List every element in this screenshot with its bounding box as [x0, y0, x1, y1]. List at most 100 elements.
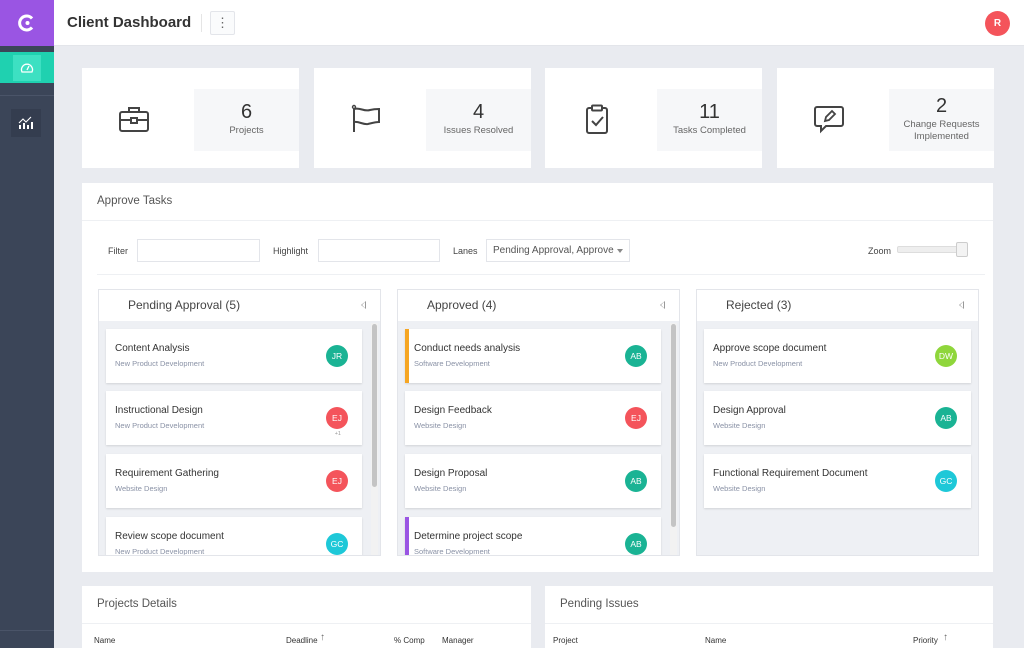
title-divider: [201, 14, 202, 32]
zoom-slider[interactable]: [897, 242, 968, 257]
assignee-avatar[interactable]: EJ: [326, 407, 348, 429]
collapse-lane-icon[interactable]: [660, 301, 665, 309]
column-header-deadline[interactable]: Deadline: [286, 636, 318, 645]
stat-card-tasks-completed: 11 Tasks Completed: [545, 68, 762, 168]
assignee-avatar[interactable]: DW: [935, 345, 957, 367]
assignee-avatar[interactable]: GC: [935, 470, 957, 492]
lane-approved: Approved (4) Conduct needs analysis Softw…: [397, 289, 680, 556]
task-project: New Product Development: [115, 421, 205, 430]
stat-value: 2: [935, 95, 948, 117]
stat-label-line: Change Requests: [903, 119, 980, 130]
task-project: Website Design: [414, 484, 467, 493]
lane-scrollbar-track[interactable]: [371, 323, 378, 555]
task-card[interactable]: Design Proposal Website Design AB: [405, 454, 661, 508]
projects-details-panel: Projects Details Name Deadline ↑ % Comp …: [82, 586, 531, 648]
stat-label-line: Implemented: [914, 131, 969, 142]
task-project: Software Development: [414, 547, 490, 555]
more-vertical-icon: ⋮: [216, 15, 229, 30]
filter-input[interactable]: [137, 239, 260, 262]
stat-label: Issues Resolved: [443, 125, 514, 136]
sidebar-item-dashboard[interactable]: [0, 52, 54, 83]
task-title: Design Proposal: [414, 468, 488, 479]
app-logo[interactable]: [0, 0, 54, 46]
task-card[interactable]: Design Approval Website Design AB: [704, 391, 971, 445]
column-header-name[interactable]: Name: [705, 636, 726, 645]
task-title: Determine project scope: [414, 531, 523, 542]
assignee-avatar[interactable]: JR: [326, 345, 348, 367]
task-card[interactable]: Instructional Design New Product Developm…: [106, 391, 362, 445]
task-card[interactable]: Determine project scope Software Developm…: [405, 517, 661, 555]
stat-card-projects: 6 Projects: [82, 68, 299, 168]
sidebar-divider: [0, 95, 54, 96]
highlight-label: Highlight: [273, 246, 309, 256]
assignee-avatar[interactable]: GC: [326, 533, 348, 555]
collapse-lane-icon[interactable]: [361, 301, 366, 309]
sort-ascending-icon[interactable]: ↑: [943, 632, 948, 643]
task-card[interactable]: Design Feedback Website Design EJ: [405, 391, 661, 445]
lanes-select[interactable]: Pending Approval, Approve: [486, 239, 630, 262]
task-project: Website Design: [713, 484, 766, 493]
collapse-lane-icon[interactable]: [959, 301, 964, 309]
task-accent-bar: [405, 517, 409, 555]
task-title: Review scope document: [115, 531, 224, 542]
lane-pending-approval: Pending Approval (5) Content Analysis New…: [98, 289, 381, 556]
highlight-input[interactable]: [318, 239, 440, 262]
lane-body: Approve scope document New Product Develo…: [697, 321, 978, 555]
assignee-avatar[interactable]: AB: [625, 345, 647, 367]
task-title: Design Approval: [713, 405, 786, 416]
panel-divider: [82, 220, 993, 221]
lane-title: Approved (4): [427, 298, 497, 312]
toolbar-divider: [97, 274, 985, 275]
lane-body: Conduct needs analysis Software Developme…: [398, 321, 679, 555]
lane-scrollbar-track[interactable]: [670, 323, 677, 555]
task-card[interactable]: Approve scope document New Product Develo…: [704, 329, 971, 383]
sidebar: [0, 0, 54, 648]
clipboard-check-icon: [586, 104, 608, 134]
stat-value: 6: [240, 101, 253, 123]
filter-label: Filter: [108, 246, 128, 256]
briefcase-icon: [119, 107, 149, 132]
column-header-priority[interactable]: Priority: [913, 636, 938, 645]
task-card[interactable]: Functional Requirement Document Website D…: [704, 454, 971, 508]
logo-icon: [18, 14, 34, 32]
assignee-avatar[interactable]: AB: [625, 533, 647, 555]
task-project: New Product Development: [115, 359, 205, 368]
assignee-avatar[interactable]: EJ: [326, 470, 348, 492]
chart-icon: [18, 116, 33, 129]
column-header-manager[interactable]: Manager: [442, 636, 474, 645]
lane-body: Content Analysis New Product Development J…: [99, 321, 380, 555]
caret-down-icon: [617, 249, 623, 253]
sort-ascending-icon[interactable]: ↑: [320, 632, 325, 643]
task-card[interactable]: Conduct needs analysis Software Developme…: [405, 329, 661, 383]
top-bar: Client Dashboard ⋮ R: [54, 0, 1024, 46]
sidebar-item-analytics[interactable]: [11, 109, 41, 137]
task-card[interactable]: Requirement Gathering Website Design EJ: [106, 454, 362, 508]
lane-rejected: Rejected (3) Approve scope document New P…: [696, 289, 979, 556]
lane-scrollbar-thumb[interactable]: [671, 324, 676, 527]
more-menu-button[interactable]: ⋮: [210, 11, 235, 35]
task-card[interactable]: Content Analysis New Product Development J…: [106, 329, 362, 383]
edit-message-icon: [814, 106, 844, 134]
lanes-label: Lanes: [453, 246, 478, 256]
column-header-name[interactable]: Name: [94, 636, 115, 645]
panel-title: Projects Details: [97, 598, 177, 610]
panel-title: Approve Tasks: [97, 195, 173, 207]
flag-icon: [351, 104, 380, 132]
lanes-select-value: Pending Approval, Approve: [493, 245, 614, 256]
task-card[interactable]: Review scope document New Product Develop…: [106, 517, 362, 555]
column-header-percent-complete[interactable]: % Comp: [394, 636, 425, 645]
stat-label: Tasks Completed: [673, 125, 746, 136]
zoom-slider-handle[interactable]: [956, 242, 968, 257]
lane-scrollbar-thumb[interactable]: [372, 324, 377, 487]
assignee-avatar[interactable]: AB: [625, 470, 647, 492]
stat-value: 11: [699, 101, 720, 123]
task-accent-bar: [405, 329, 409, 383]
task-project: Software Development: [414, 359, 490, 368]
panel-divider: [82, 623, 531, 624]
user-avatar[interactable]: R: [985, 11, 1010, 36]
sidebar-divider: [0, 630, 54, 631]
assignee-avatar[interactable]: EJ: [625, 407, 647, 429]
task-project: New Product Development: [115, 547, 205, 555]
assignee-avatar[interactable]: AB: [935, 407, 957, 429]
column-header-project[interactable]: Project: [553, 636, 578, 645]
